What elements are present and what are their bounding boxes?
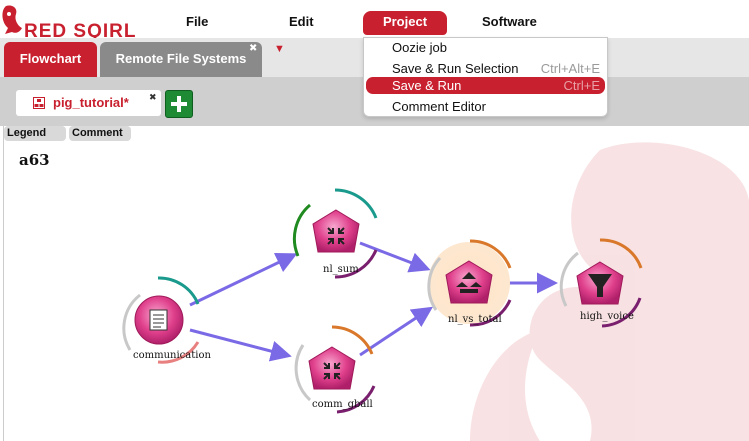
- edge-nl_sum-nl_vs_total[interactable]: [359, 241, 431, 273]
- node-nl_vs_total[interactable]: nl_vs_total: [427, 239, 512, 327]
- menu-item-save-run[interactable]: Save & Run Ctrl+E: [366, 77, 605, 94]
- menu-item-save-run-selection[interactable]: Save & Run Selection Ctrl+Alt+E: [366, 60, 605, 77]
- node-communication[interactable]: communication: [122, 276, 212, 364]
- node-label-high_voice: high_voice: [580, 311, 634, 322]
- node-label-comm_gball: comm_gball: [312, 399, 373, 410]
- node-nl_sum[interactable]: nl_sum: [292, 188, 378, 279]
- menu-item-shortcut: Ctrl+E: [563, 78, 600, 93]
- document-icon: [149, 309, 168, 331]
- menu-item-oozie-job[interactable]: Oozie job: [366, 39, 605, 56]
- node-comm_gball[interactable]: comm_gball: [294, 325, 376, 414]
- menu-item-label: Save & Run Selection: [392, 61, 519, 76]
- project-dropdown-menu: Oozie job Save & Run Selection Ctrl+Alt+…: [363, 37, 608, 117]
- menu-item-comment-editor[interactable]: Comment Editor: [366, 98, 605, 115]
- menu-item-label: Comment Editor: [392, 99, 486, 114]
- node-label-nl_vs_total: nl_vs_total: [448, 314, 502, 325]
- node-label-nl_sum: nl_sum: [323, 264, 359, 275]
- canvas-title: a63: [19, 151, 50, 169]
- menu-item-label: Oozie job: [392, 40, 447, 55]
- node-label-communication: communication: [133, 350, 211, 361]
- menu-item-label: Save & Run: [392, 78, 462, 93]
- menu-item-shortcut: Ctrl+Alt+E: [540, 61, 600, 76]
- edge-communication-nl_sum[interactable]: [189, 253, 298, 307]
